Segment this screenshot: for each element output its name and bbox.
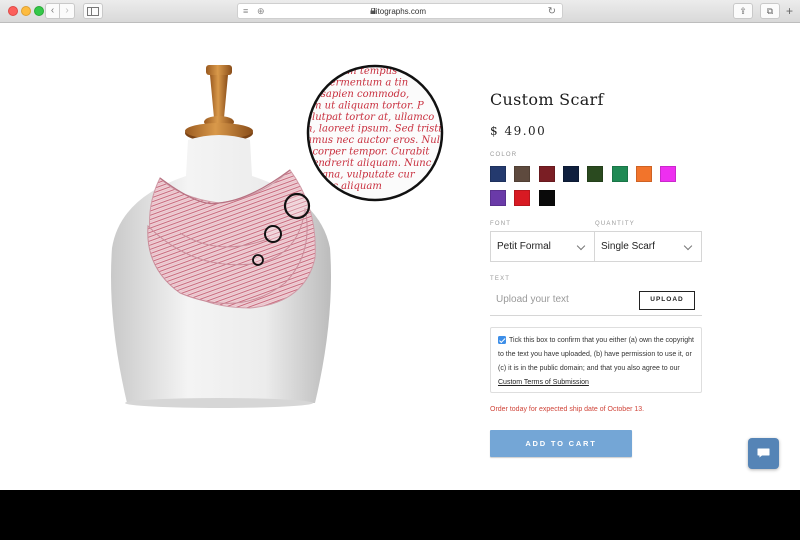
address-bar[interactable]: ≡ ⊕ litographs.com ↻ <box>237 3 563 19</box>
color-swatch[interactable] <box>514 166 531 182</box>
product-page: ipsum tempus fermentum a tin us sapien com… <box>0 23 800 490</box>
chat-button[interactable] <box>748 438 779 469</box>
color-swatch[interactable] <box>538 166 555 182</box>
add-to-cart-button[interactable]: ADD TO CART <box>490 430 632 457</box>
color-swatch[interactable] <box>490 166 506 182</box>
quantity-label: QUANTITY <box>595 221 635 227</box>
color-swatch[interactable] <box>587 166 604 182</box>
consent-text: Tick this box to confirm that you either… <box>498 334 698 390</box>
color-swatch[interactable] <box>490 190 506 206</box>
product-price: $ 49.00 <box>490 124 547 138</box>
tabs-icon: ⧉ <box>766 6 774 16</box>
back-button[interactable]: ‹ <box>45 3 60 19</box>
share-icon: ⇪ <box>739 6 747 16</box>
zoom-text-line: ncorper tempor. Curabit <box>306 147 430 158</box>
terms-link[interactable]: Custom Terms of Submission <box>498 379 589 386</box>
sidebar-icon <box>87 7 99 16</box>
url-text: litographs.com <box>373 7 427 16</box>
window-bottom-area <box>0 490 800 540</box>
ship-date-note: Order today for expected ship date of Oc… <box>490 406 645 413</box>
back-icon: ‹ <box>50 5 55 16</box>
consent-statement: Tick this box to confirm that you either… <box>498 337 694 372</box>
consent-box: Tick this box to confirm that you either… <box>490 327 702 393</box>
close-window-button[interactable] <box>8 6 18 16</box>
color-swatch[interactable] <box>611 166 628 182</box>
reload-icon[interactable]: ↻ <box>548 5 556 18</box>
chevron-down-icon <box>683 241 693 251</box>
zoom-bubble <box>283 192 311 220</box>
text-upload-field[interactable]: Upload your text UPLOAD <box>490 285 702 316</box>
quantity-select[interactable]: Single Scarf <box>595 231 702 262</box>
zoom-bubble <box>264 225 282 243</box>
zoom-text-line: hendrerit aliquam. Nunc po <box>306 158 447 169</box>
minimize-window-button[interactable] <box>21 6 31 16</box>
upload-button[interactable]: UPLOAD <box>639 291 695 310</box>
mannequin-knob <box>185 65 253 142</box>
text-upload-placeholder: Upload your text <box>496 294 569 305</box>
chevron-down-icon <box>576 241 586 251</box>
product-title: Custom Scarf <box>490 90 604 109</box>
chat-icon <box>757 448 770 458</box>
product-image: ipsum tempusfermentum a tinus sapien com… <box>111 64 448 408</box>
share-button[interactable]: ⇪ <box>733 3 753 19</box>
font-label: FONT <box>490 221 512 227</box>
zoom-text-line: Donec aliquam <box>305 181 382 192</box>
font-select[interactable]: Petit Formal <box>490 231 595 262</box>
zoom-bubble <box>252 254 264 266</box>
quantity-select-value: Single Scarf <box>601 241 655 252</box>
text-label: TEXT <box>490 276 511 282</box>
forward-icon: › <box>65 5 69 16</box>
sidebar-button[interactable] <box>83 3 103 19</box>
font-select-value: Petit Formal <box>497 241 551 252</box>
forward-button[interactable]: › <box>60 3 75 19</box>
zoom-lens: ipsum tempusfermentum a tinus sapien com… <box>305 64 448 202</box>
zoom-text-line: fermentum a tin <box>325 78 408 89</box>
tabs-button[interactable]: ⧉ <box>760 3 780 19</box>
color-swatch[interactable] <box>660 166 677 182</box>
zoom-text-line: n, laoreet ipsum. Sed tristig <box>306 124 448 135</box>
zoom-text-line: amus nec auctor eros. Nul <box>306 135 440 146</box>
zoom-window-button[interactable] <box>34 6 44 16</box>
zoom-text-line: am ut aliquam tortor. P <box>306 101 424 112</box>
color-swatch[interactable] <box>538 190 555 206</box>
browser-toolbar: ‹ › ≡ ⊕ litographs.com ↻ ⇪ ⧉ + <box>0 0 800 23</box>
color-label: COLOR <box>490 152 518 158</box>
color-swatch[interactable] <box>514 190 531 206</box>
color-swatch[interactable] <box>562 166 579 182</box>
zoom-text-line: olutpat tortor at, ullamco <box>306 112 434 123</box>
new-tab-icon[interactable]: + <box>786 4 793 18</box>
color-swatch[interactable] <box>635 166 652 182</box>
